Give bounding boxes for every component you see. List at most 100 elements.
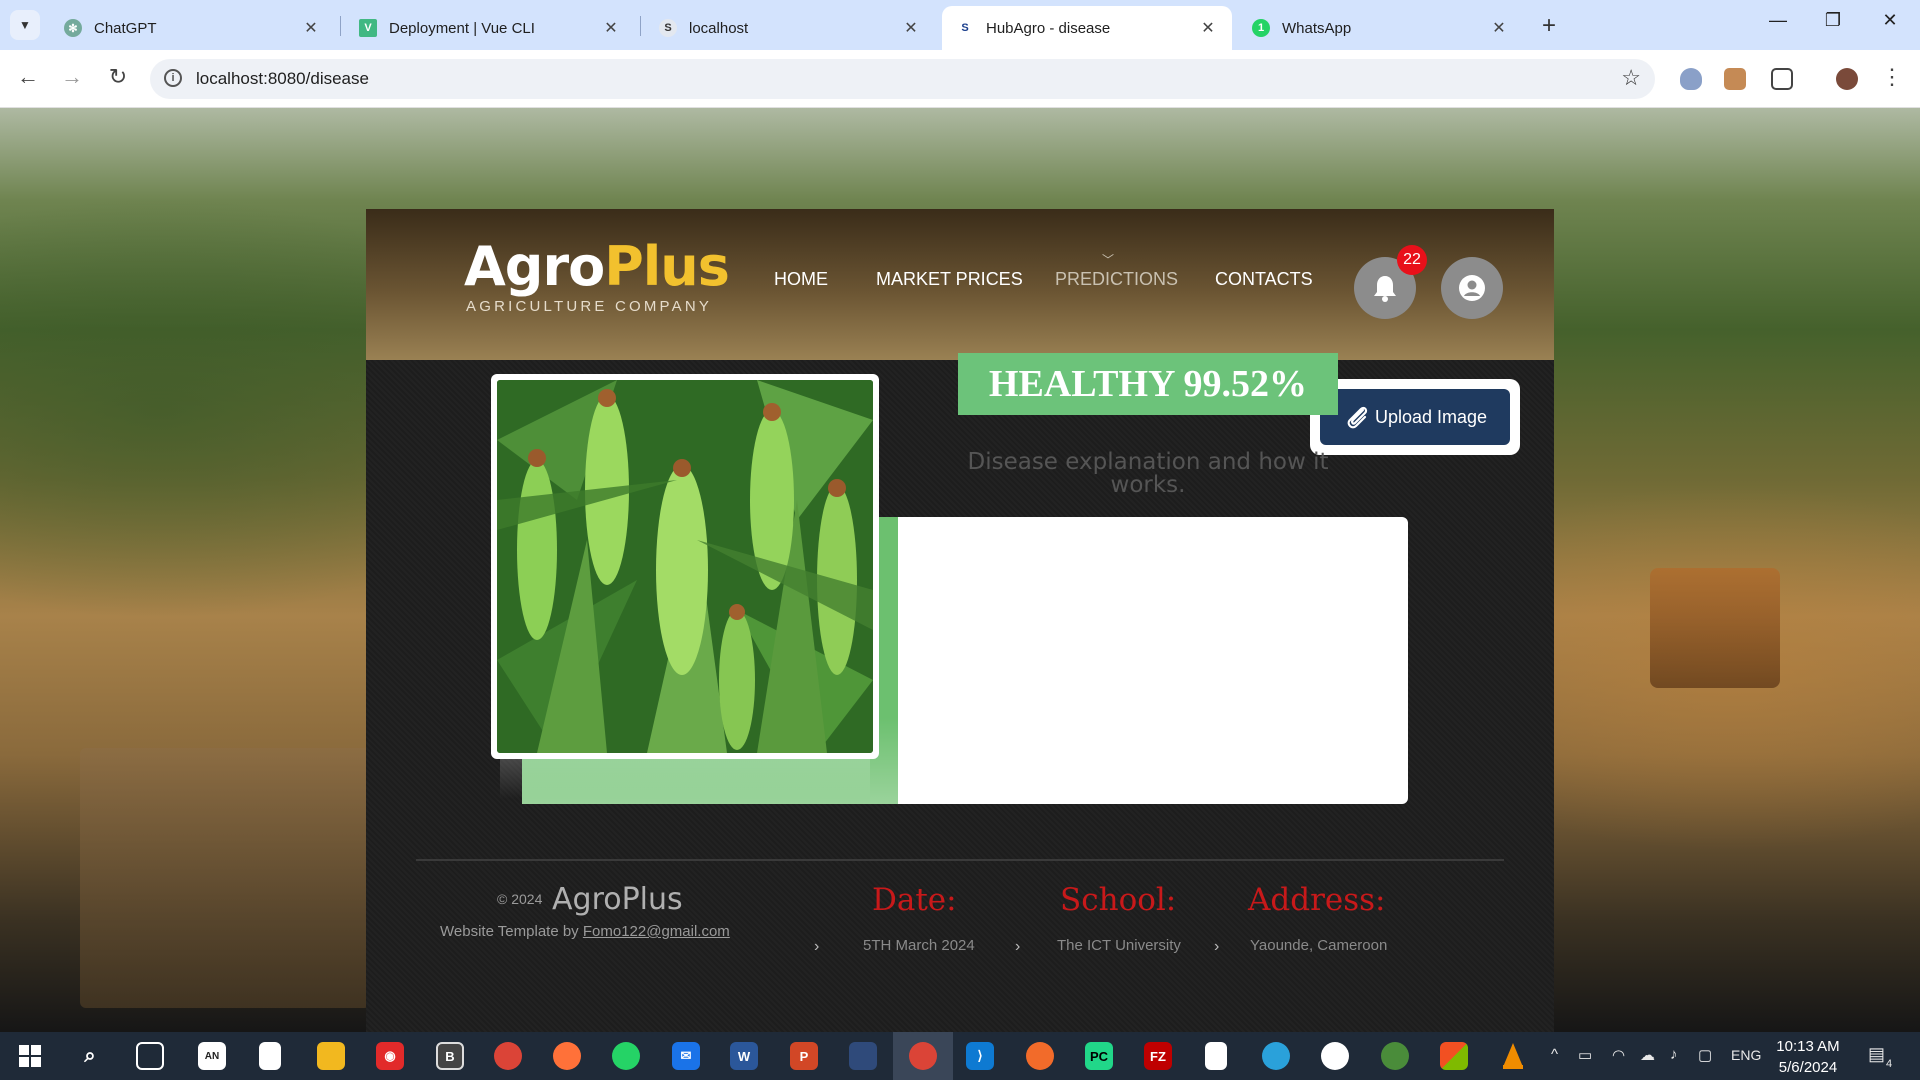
tab-search-icon[interactable]: ▼ xyxy=(10,10,40,40)
windows-start-icon[interactable] xyxy=(16,1042,44,1070)
close-icon[interactable]: ✕ xyxy=(301,18,321,38)
site-header: AgroPlus AGRICULTURE COMPANY HOME MARKET… xyxy=(366,209,1554,360)
windows-app-icon[interactable] xyxy=(1440,1042,1468,1070)
tab-localhost[interactable]: S localhost ✕ xyxy=(645,6,935,50)
chevron-right-icon: › xyxy=(1214,938,1220,955)
tab-chatgpt[interactable]: ✻ ChatGPT ✕ xyxy=(50,6,335,50)
postman-icon[interactable] xyxy=(1026,1042,1054,1070)
footer-credit: Website Template by Fomo122@gmail.com xyxy=(440,923,730,940)
minimize-icon[interactable]: — xyxy=(1758,10,1798,31)
firefox-icon[interactable] xyxy=(553,1042,581,1070)
chrome-profile-icon[interactable] xyxy=(1381,1042,1409,1070)
window-close-icon[interactable]: ✕ xyxy=(1870,10,1910,31)
onedrive-cloud-icon[interactable]: ☁ xyxy=(1640,1046,1655,1064)
bookmark-star-icon[interactable]: ☆ xyxy=(1621,65,1641,91)
footer-copyright: © 2024 xyxy=(497,891,543,907)
volume-icon[interactable]: ♪ xyxy=(1670,1046,1678,1063)
upload-image-button[interactable]: Upload Image xyxy=(1320,389,1510,445)
windows-taskbar xyxy=(0,1032,1920,1080)
logo-tagline: AGRICULTURE COMPANY xyxy=(466,298,713,315)
search-icon[interactable]: ⌕ xyxy=(76,1042,104,1070)
language-indicator[interactable]: ENG xyxy=(1731,1047,1761,1063)
shield-extension-icon[interactable] xyxy=(1680,68,1702,90)
filezilla-icon[interactable]: FZ xyxy=(1144,1042,1172,1070)
footer-address-heading: Address: xyxy=(1248,882,1386,918)
chevron-right-icon: › xyxy=(1015,938,1021,955)
tab-hubagro-disease[interactable]: S HubAgro - disease ✕ xyxy=(942,6,1232,50)
profile-button[interactable] xyxy=(1441,257,1503,319)
close-icon[interactable]: ✕ xyxy=(601,18,621,38)
upload-button-label: Upload Image xyxy=(1374,406,1488,427)
extensions-puzzle-icon[interactable] xyxy=(1771,68,1793,90)
nav-market-prices[interactable]: MARKET PRICES xyxy=(876,269,1023,290)
display-icon[interactable]: ▢ xyxy=(1698,1046,1712,1064)
bell-icon xyxy=(1374,276,1396,302)
tab-label: HubAgro - disease xyxy=(986,19,1111,37)
site-info-icon[interactable]: i xyxy=(164,69,182,87)
close-icon[interactable]: ✕ xyxy=(1489,18,1509,38)
notification-center-count: 4 xyxy=(1886,1058,1893,1070)
notification-count-badge: 22 xyxy=(1397,245,1427,275)
corn-plant-image xyxy=(497,380,873,753)
footer-brand: AgroPlus xyxy=(552,882,683,917)
incognito-extension-icon[interactable] xyxy=(1724,68,1746,90)
url-text[interactable]: localhost:8080/disease xyxy=(196,69,369,89)
footer-school-value: The ICT University xyxy=(1057,937,1181,954)
more-menu-icon[interactable]: ⋮ xyxy=(1877,64,1907,90)
reload-icon[interactable]: ↻ xyxy=(103,64,133,90)
vscode-icon[interactable]: ⟩ xyxy=(966,1042,994,1070)
virtualbox-icon[interactable] xyxy=(849,1042,877,1070)
vlc-icon[interactable] xyxy=(1499,1042,1527,1070)
document-icon[interactable] xyxy=(259,1042,281,1070)
app-icon[interactable]: B xyxy=(436,1042,464,1070)
chrome-active-icon[interactable] xyxy=(909,1042,937,1070)
nav-predictions[interactable]: PREDICTIONS xyxy=(1055,269,1178,290)
chatgpt-icon: ✻ xyxy=(64,19,82,37)
footer-divider xyxy=(416,859,1504,861)
nav-contacts[interactable]: CONTACTS xyxy=(1215,269,1313,290)
tractor-image xyxy=(1650,568,1780,688)
whatsapp-taskbar-icon[interactable] xyxy=(612,1042,640,1070)
notepad-icon[interactable] xyxy=(1205,1042,1227,1070)
battery-icon[interactable]: ▭ xyxy=(1578,1046,1592,1064)
profile-avatar[interactable] xyxy=(1836,68,1858,90)
word-icon[interactable]: W xyxy=(730,1042,758,1070)
pycharm-icon[interactable]: PC xyxy=(1085,1042,1113,1070)
file-explorer-icon[interactable] xyxy=(317,1042,345,1070)
restore-icon[interactable]: ❐ xyxy=(1813,10,1853,31)
chrome-icon[interactable] xyxy=(494,1042,522,1070)
back-arrow-icon[interactable]: ← xyxy=(13,64,43,90)
close-icon[interactable]: ✕ xyxy=(901,18,921,38)
forward-arrow-icon[interactable]: → xyxy=(57,64,87,90)
new-tab-plus-icon[interactable]: + xyxy=(1542,12,1556,40)
credit-prefix: Website Template by xyxy=(440,923,579,940)
footer-school-heading: School: xyxy=(1060,882,1177,918)
mail-icon[interactable]: ✉ xyxy=(672,1042,700,1070)
tab-divider xyxy=(340,16,341,36)
logo-part-plus: Plus xyxy=(604,235,730,298)
telegram-icon[interactable] xyxy=(1262,1042,1290,1070)
notification-center-icon[interactable]: ▤ xyxy=(1868,1044,1885,1065)
wooden-bench-image xyxy=(80,748,370,1008)
close-icon[interactable]: ✕ xyxy=(1198,18,1218,38)
nav-home[interactable]: HOME xyxy=(774,269,828,290)
address-bar[interactable]: i localhost:8080/disease ☆ xyxy=(150,59,1655,99)
system-clock[interactable]: 10:13 AM 5/6/2024 xyxy=(1770,1036,1846,1078)
chevron-down-icon: ﹀ xyxy=(1102,253,1115,267)
task-view-icon[interactable] xyxy=(136,1042,164,1070)
show-hidden-icons-chevron-icon[interactable]: ^ xyxy=(1551,1046,1558,1063)
clock-time: 10:13 AM xyxy=(1776,1038,1840,1055)
tab-whatsapp[interactable]: 1 WhatsApp ✕ xyxy=(1238,6,1523,50)
mongodb-icon[interactable] xyxy=(1321,1042,1349,1070)
footer-date-heading: Date: xyxy=(872,882,957,918)
screen-recorder-icon[interactable]: ◉ xyxy=(376,1042,404,1070)
site-logo[interactable]: AgroPlus xyxy=(464,235,730,298)
prediction-result-badge: HEALTHY 99.52% xyxy=(958,353,1338,415)
tab-vue-cli[interactable]: V Deployment | Vue CLI ✕ xyxy=(345,6,635,50)
tab-label: localhost xyxy=(689,19,749,37)
credit-email-link[interactable]: Fomo122@gmail.com xyxy=(583,923,730,940)
powerpoint-icon[interactable]: P xyxy=(790,1042,818,1070)
keyboard-app-icon[interactable]: AN xyxy=(198,1042,226,1070)
wifi-icon[interactable]: ◠ xyxy=(1612,1046,1625,1064)
tab-label: ChatGPT xyxy=(94,19,157,37)
